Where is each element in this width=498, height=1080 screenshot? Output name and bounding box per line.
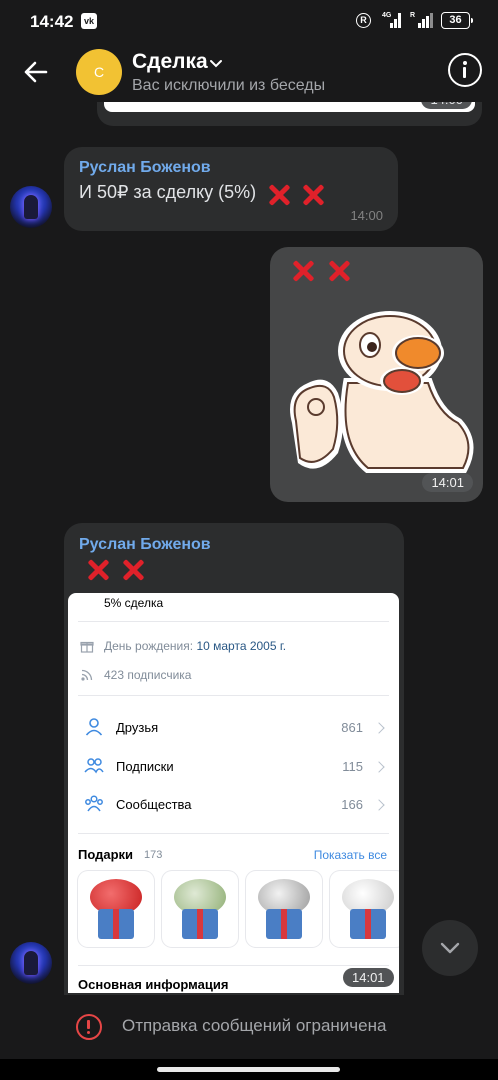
chat-avatar[interactable]: С [76,49,122,95]
communities-icon [85,795,103,812]
sender-name[interactable]: Руслан Боженов [79,159,211,177]
signal-4g-icon: 4G [382,12,402,28]
users-icon [84,758,104,774]
gifts-count: 173 [144,849,163,861]
scroll-down-button[interactable] [422,920,478,976]
cross-marks [291,258,351,282]
message-time: 14:01 [343,968,394,987]
menu-communities-count: 166 [341,797,363,812]
message-time: 14:00 [350,208,383,223]
gift-item[interactable] [78,871,154,947]
menu-subscriptions-label[interactable]: Подписки [116,759,174,774]
system-nav-bar [0,1059,498,1080]
birthday-value[interactable]: 10 марта 2005 г. [196,639,286,653]
gift-item[interactable] [330,871,399,947]
message-text: И 50₽ за сделку (5%) [79,182,257,203]
menu-subscriptions-count: 115 [342,759,363,774]
menu-friends-label[interactable]: Друзья [116,720,158,735]
user-icon [85,718,103,736]
cross-mark-icon [86,557,110,581]
chat-subtitle: Вас исключили из беседы [132,77,326,94]
cross-mark-icon [291,258,315,282]
cross-marks [86,557,145,581]
restricted-text: Отправка сообщений ограничена [122,1016,387,1035]
chevron-right-icon [373,799,385,811]
signal-icon: R [410,12,433,28]
gift-icon [80,641,94,653]
profile-status: 5% сделка [104,596,164,610]
chat-header: С Сделка Вас исключили из беседы [0,44,498,102]
chevron-down-icon[interactable] [208,56,224,72]
menu-friends-count: 861 [341,720,363,735]
status-bar: 14:42 vk R 4G R 36 [0,0,498,44]
rss-icon [81,669,93,681]
message-time: 14:01 [422,473,473,492]
battery-icon: 36 [441,12,473,29]
profile-screenshot[interactable]: 5% сделка День рождения: 10 марта 2005 г… [68,593,399,993]
show-all-link[interactable]: Показать все [314,848,387,862]
avatar[interactable] [10,186,52,228]
gift-item[interactable] [162,871,238,947]
gift-item[interactable] [246,871,322,947]
duck-sticker-icon [290,311,474,473]
cross-mark-icon [301,182,325,206]
info-icon[interactable] [448,53,482,87]
status-time: 14:42 [30,12,74,31]
message-bubble[interactable]: Руслан Боженов И 50₽ за сделку (5%) 14:0… [64,147,398,231]
chat-title[interactable]: Сделка [132,50,208,74]
arrow-left-icon[interactable] [18,54,54,90]
chevron-right-icon [373,722,385,734]
basic-info-title[interactable]: Основная информация [78,977,228,992]
message-content: И 50₽ за сделку (5%) [79,182,325,206]
menu-communities-label[interactable]: Сообщества [116,797,192,812]
chevron-down-icon [440,942,460,954]
sender-name[interactable]: Руслан Боженов [79,536,211,554]
cross-mark-icon [267,182,291,206]
warning-icon [76,1014,102,1040]
registered-icon: R [356,13,371,28]
cross-mark-icon [327,258,351,282]
birthday-row: День рождения: 10 марта 2005 г. [104,639,286,653]
sticker-message[interactable]: 14:01 [270,247,483,502]
chat-screen: 14:42 vk R 4G R 36 14:00 С Сделка Вас ис… [0,0,498,1080]
vk-icon: vk [81,13,97,29]
home-indicator[interactable] [157,1067,340,1072]
followers-count[interactable]: 423 подписчика [104,668,191,682]
chevron-right-icon [373,761,385,773]
avatar[interactable] [10,942,52,984]
messaging-restricted-bar: Отправка сообщений ограничена [0,995,498,1059]
birthday-label: День рождения: [104,639,194,653]
gifts-title: Подарки [78,847,134,862]
cross-mark-icon [121,557,145,581]
